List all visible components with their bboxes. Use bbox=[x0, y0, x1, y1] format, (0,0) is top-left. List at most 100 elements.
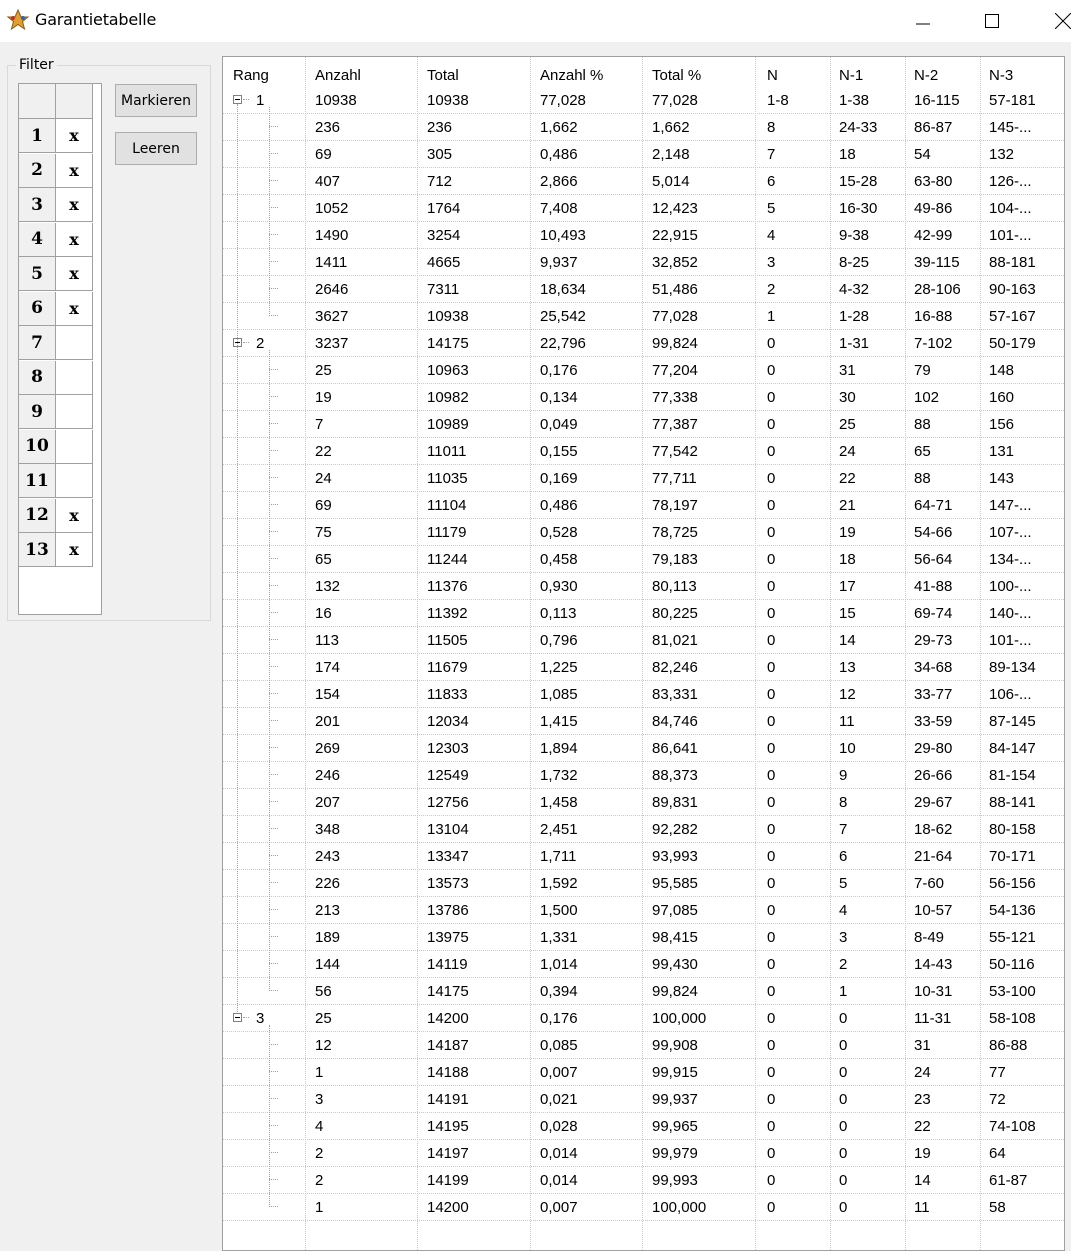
column-header[interactable]: N-2 bbox=[914, 67, 938, 85]
table-row[interactable]: 2 14199 0,014 99,993 0 0 14 61-87 bbox=[223, 1167, 1064, 1194]
table-row[interactable]: 174 11679 1,225 82,246 0 13 34-68 89-134 bbox=[223, 654, 1064, 681]
column-header[interactable]: N-3 bbox=[989, 67, 1013, 85]
filter-row-mark[interactable]: x bbox=[56, 153, 93, 188]
filter-row-mark[interactable]: x bbox=[56, 257, 93, 291]
filter-row-mark[interactable]: x bbox=[56, 222, 93, 257]
filter-row-mark[interactable]: x bbox=[56, 533, 93, 567]
table-row[interactable]: 226 13573 1,592 95,585 0 5 7-60 56-156 bbox=[223, 870, 1064, 897]
leeren-button[interactable]: Leeren bbox=[115, 132, 197, 165]
filter-row-mark[interactable] bbox=[56, 395, 93, 429]
filter-row-mark[interactable]: x bbox=[56, 188, 93, 222]
table-row[interactable]: 75 11179 0,528 78,725 0 19 54-66 107-... bbox=[223, 519, 1064, 546]
table-row[interactable]: 144 14119 1,014 99,430 0 2 14-43 50-116 bbox=[223, 951, 1064, 978]
filter-row-number[interactable]: 11 bbox=[19, 464, 56, 498]
table-row[interactable]: 2 14197 0,014 99,979 0 0 19 64 bbox=[223, 1140, 1064, 1167]
filter-row-number[interactable]: 5 bbox=[19, 257, 56, 291]
close-button[interactable] bbox=[1040, 0, 1071, 42]
table-row[interactable]: 1490 3254 10,493 22,915 4 9-38 42-99 101-... bbox=[223, 222, 1064, 249]
table-row[interactable]: 213 13786 1,500 97,085 0 4 10-57 54-136 bbox=[223, 897, 1064, 924]
tree-connector bbox=[269, 936, 278, 937]
table-row[interactable]: 189 13975 1,331 98,415 0 3 8-49 55-121 bbox=[223, 924, 1064, 951]
tree-connector bbox=[237, 104, 238, 1012]
filter-row-mark[interactable] bbox=[56, 464, 93, 498]
table-row[interactable]: 69 305 0,486 2,148 7 18 54 132 bbox=[223, 141, 1064, 168]
minimize-button[interactable] bbox=[900, 0, 946, 42]
filter-row-number[interactable]: 8 bbox=[19, 360, 56, 395]
table-cell: 0 bbox=[767, 497, 776, 514]
column-header[interactable]: Rang bbox=[233, 67, 269, 85]
table-row[interactable]: 154 11833 1,085 83,331 0 12 33-77 106-... bbox=[223, 681, 1064, 708]
guarantee-tree-table[interactable]: Rang Anzahl Total Anzahl % Total % N N-1 N-2 N-3… bbox=[222, 56, 1065, 1251]
table-row[interactable]: 243 13347 1,711 93,993 0 6 21-64 70-171 bbox=[223, 843, 1064, 870]
group-row[interactable]: 3 25 14200 0,176 100,000 0 0 11-31 58-108 bbox=[223, 1005, 1064, 1032]
table-cell: 86-87 bbox=[914, 119, 953, 136]
table-row[interactable]: 12 14187 0,085 99,908 0 0 31 86-88 bbox=[223, 1032, 1064, 1059]
table-row[interactable]: 19 10982 0,134 77,338 0 30 102 160 bbox=[223, 384, 1064, 411]
table-row[interactable]: 207 12756 1,458 89,831 0 8 29-67 88-141 bbox=[223, 789, 1064, 816]
table-row[interactable]: 246 12549 1,732 88,373 0 9 26-66 81-154 bbox=[223, 762, 1064, 789]
table-row[interactable]: 201 12034 1,415 84,746 0 11 33-59 87-145 bbox=[223, 708, 1064, 735]
table-row[interactable]: 113 11505 0,796 81,021 0 14 29-73 101-... bbox=[223, 627, 1064, 654]
filter-row-mark[interactable]: x bbox=[56, 498, 93, 533]
table-cell: 1,415 bbox=[540, 713, 578, 730]
table-cell: 31 bbox=[839, 362, 856, 379]
markieren-button[interactable]: Markieren bbox=[115, 84, 197, 117]
column-header[interactable]: N bbox=[767, 67, 778, 85]
filter-row-number[interactable]: 10 bbox=[19, 429, 56, 464]
filter-row-number[interactable]: 4 bbox=[19, 222, 56, 257]
column-header[interactable]: Total bbox=[427, 67, 459, 85]
table-row[interactable]: 69 11104 0,486 78,197 0 21 64-71 147-... bbox=[223, 492, 1064, 519]
table-row[interactable]: 24 11035 0,169 77,711 0 22 88 143 bbox=[223, 465, 1064, 492]
tree-connector bbox=[269, 693, 278, 694]
table-row[interactable]: 269 12303 1,894 86,641 0 10 29-80 84-147 bbox=[223, 735, 1064, 762]
filter-row-number[interactable]: 3 bbox=[19, 188, 56, 222]
table-row[interactable]: 7 10989 0,049 77,387 0 25 88 156 bbox=[223, 411, 1064, 438]
maximize-button[interactable] bbox=[969, 0, 1015, 42]
collapse-icon[interactable] bbox=[233, 1013, 242, 1022]
table-cell: 1,711 bbox=[540, 848, 577, 865]
table-row[interactable]: 1052 1764 7,408 12,423 5 16-30 49-86 104-... bbox=[223, 195, 1064, 222]
filter-row-number[interactable]: 7 bbox=[19, 326, 56, 360]
filter-row-mark[interactable]: x bbox=[56, 119, 93, 153]
column-header[interactable]: Anzahl % bbox=[540, 67, 603, 85]
table-cell: 87-145 bbox=[989, 713, 1036, 730]
group-row[interactable]: 2 3237 14175 22,796 99,824 0 1-31 7-102 50-179 bbox=[223, 330, 1064, 357]
filter-row-mark[interactable] bbox=[56, 360, 93, 395]
table-row[interactable]: 348 13104 2,451 92,282 0 7 18-62 80-158 bbox=[223, 816, 1064, 843]
table-cell: 226 bbox=[315, 875, 341, 892]
table-row[interactable]: 65 11244 0,458 79,183 0 18 56-64 134-... bbox=[223, 546, 1064, 573]
table-row[interactable]: 407 712 2,866 5,014 6 15-28 63-80 126-... bbox=[223, 168, 1064, 195]
table-row[interactable]: 56 14175 0,394 99,824 0 1 10-31 53-100 bbox=[223, 978, 1064, 1005]
table-row[interactable]: 16 11392 0,113 80,225 0 15 69-74 140-... bbox=[223, 600, 1064, 627]
filter-row-number[interactable]: 9 bbox=[19, 395, 56, 429]
collapse-icon[interactable] bbox=[233, 95, 242, 104]
table-row[interactable]: 1 14200 0,007 100,000 0 0 11 58 bbox=[223, 1194, 1064, 1221]
table-cell: 14188 bbox=[427, 1064, 469, 1081]
column-header[interactable]: Total % bbox=[652, 67, 701, 85]
filter-row-number[interactable]: 1 bbox=[19, 119, 56, 153]
group-row[interactable]: 1 10938 10938 77,028 77,028 1-8 1-38 16-115 57-1… bbox=[223, 87, 1064, 114]
table-row[interactable]: 1411 4665 9,937 32,852 3 8-25 39-115 88-181 bbox=[223, 249, 1064, 276]
filter-row-number[interactable]: 6 bbox=[19, 291, 56, 326]
table-cell: 0,176 bbox=[540, 362, 578, 379]
table-row[interactable]: 25 10963 0,176 77,204 0 31 79 148 bbox=[223, 357, 1064, 384]
table-row[interactable]: 4 14195 0,028 99,965 0 0 22 74-108 bbox=[223, 1113, 1064, 1140]
filter-row-mark[interactable] bbox=[56, 429, 93, 464]
table-row[interactable]: 3 14191 0,021 99,937 0 0 23 72 bbox=[223, 1086, 1064, 1113]
table-row[interactable]: 1 14188 0,007 99,915 0 0 24 77 bbox=[223, 1059, 1064, 1086]
filter-row-number[interactable]: 12 bbox=[19, 498, 56, 533]
title-bar: Garantietabelle bbox=[0, 0, 1071, 42]
table-row[interactable]: 2646 7311 18,634 51,486 2 4-32 28-106 90-163 bbox=[223, 276, 1064, 303]
filter-row-mark[interactable] bbox=[56, 326, 93, 360]
column-header[interactable]: Anzahl bbox=[315, 67, 361, 85]
filter-row-mark[interactable]: x bbox=[56, 291, 93, 326]
column-header[interactable]: N-1 bbox=[839, 67, 863, 85]
filter-row-number[interactable]: 2 bbox=[19, 153, 56, 188]
table-row[interactable]: 3627 10938 25,542 77,028 1 1-28 16-88 57-167 bbox=[223, 303, 1064, 330]
table-row[interactable]: 22 11011 0,155 77,542 0 24 65 131 bbox=[223, 438, 1064, 465]
table-row[interactable]: 132 11376 0,930 80,113 0 17 41-88 100-... bbox=[223, 573, 1064, 600]
filter-grid[interactable]: 1 x 2 x 3 x 4 x 5 x 6 x 7 8 9 10 11 12 x 13 x bbox=[18, 83, 102, 615]
table-row[interactable]: 236 236 1,662 1,662 8 24-33 86-87 145-... bbox=[223, 114, 1064, 141]
filter-row-number[interactable]: 13 bbox=[19, 533, 56, 567]
tree-connector bbox=[269, 774, 278, 775]
